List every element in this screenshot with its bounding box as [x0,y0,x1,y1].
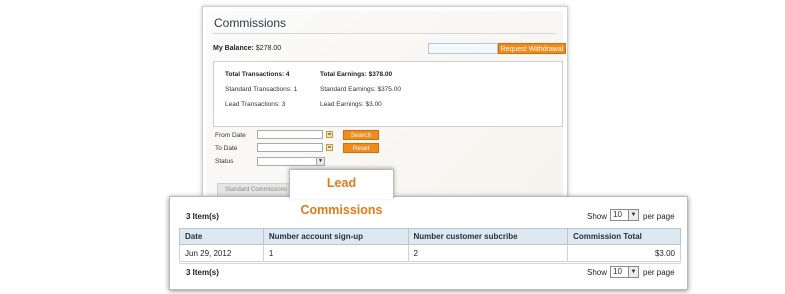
tab-joiner [290,195,393,199]
reset-button[interactable]: Reset [343,143,379,153]
from-date-input[interactable] [257,130,323,139]
column-header-signups[interactable]: Number account sign-up [262,228,409,245]
from-date-label: From Date [215,132,246,139]
lead-earnings: Lead Earnings: $3.00 [320,101,382,108]
chevron-down-icon: ▼ [628,267,638,277]
table-header-row: Date Number account sign-up Number custo… [179,228,681,245]
table-row: Jun 29, 2012 1 2 $3.00 [179,244,681,262]
balance-text: My Balance: $278.00 [213,45,281,52]
request-withdrawal-button[interactable]: Request Withdrawal [498,43,566,54]
tab-lead-commissions[interactable]: Lead Commissions [289,169,394,217]
per-page-select-bottom[interactable]: 10 ▼ [610,266,639,278]
item-count-top: 3 Item(s) [186,212,219,221]
balance-label: My Balance: [213,45,254,52]
item-count-bottom: 3 Item(s) [186,268,219,277]
per-page-label-top: per page [643,212,675,221]
lead-transactions: Lead Transactions: 3 [225,101,286,108]
cell-commission-total: $3.00 [567,244,681,262]
chevron-down-icon: ▼ [316,158,324,165]
search-button[interactable]: Search [343,130,379,140]
withdraw-amount-input[interactable] [428,43,498,54]
show-label-top: Show [587,212,608,221]
cell-subscribers: 2 [407,244,569,262]
cell-date: Jun 29, 2012 [179,244,264,262]
commissions-table: Date Number account sign-up Number custo… [179,228,681,262]
to-date-input[interactable] [257,143,323,152]
per-page-value-bottom: 10 [613,267,622,276]
chevron-down-icon: ▼ [628,210,638,220]
calendar-icon[interactable] [326,144,333,151]
to-date-label: To Date [215,145,238,152]
standard-earnings: Standard Earnings: $375.00 [320,86,401,93]
status-select[interactable]: ▼ [257,157,325,166]
tab-standard-commissions[interactable]: Standard Commissions [217,183,295,196]
standard-transactions: Standard Transactions: 1 [225,86,298,93]
column-header-date[interactable]: Date [179,228,264,245]
total-earnings: Total Earnings: $378.00 [320,71,393,78]
cell-signups: 1 [262,244,409,262]
page-title: Commissions [214,16,287,30]
stats-box: Total Transactions: 4 Standard Transacti… [213,61,563,127]
per-page-select-top[interactable]: 10 ▼ [610,209,639,221]
total-transactions: Total Transactions: 4 [225,71,290,78]
per-page-label-bottom: per page [643,268,675,277]
column-header-commission-total[interactable]: Commission Total [567,228,681,245]
title-divider [213,33,557,34]
column-header-subscribers[interactable]: Number customer subcribe [407,228,569,245]
per-page-value-top: 10 [613,210,622,219]
show-label-bottom: Show [587,268,608,277]
calendar-icon[interactable] [326,131,333,138]
balance-value: $278.00 [255,45,282,52]
status-label: Status [215,158,234,165]
